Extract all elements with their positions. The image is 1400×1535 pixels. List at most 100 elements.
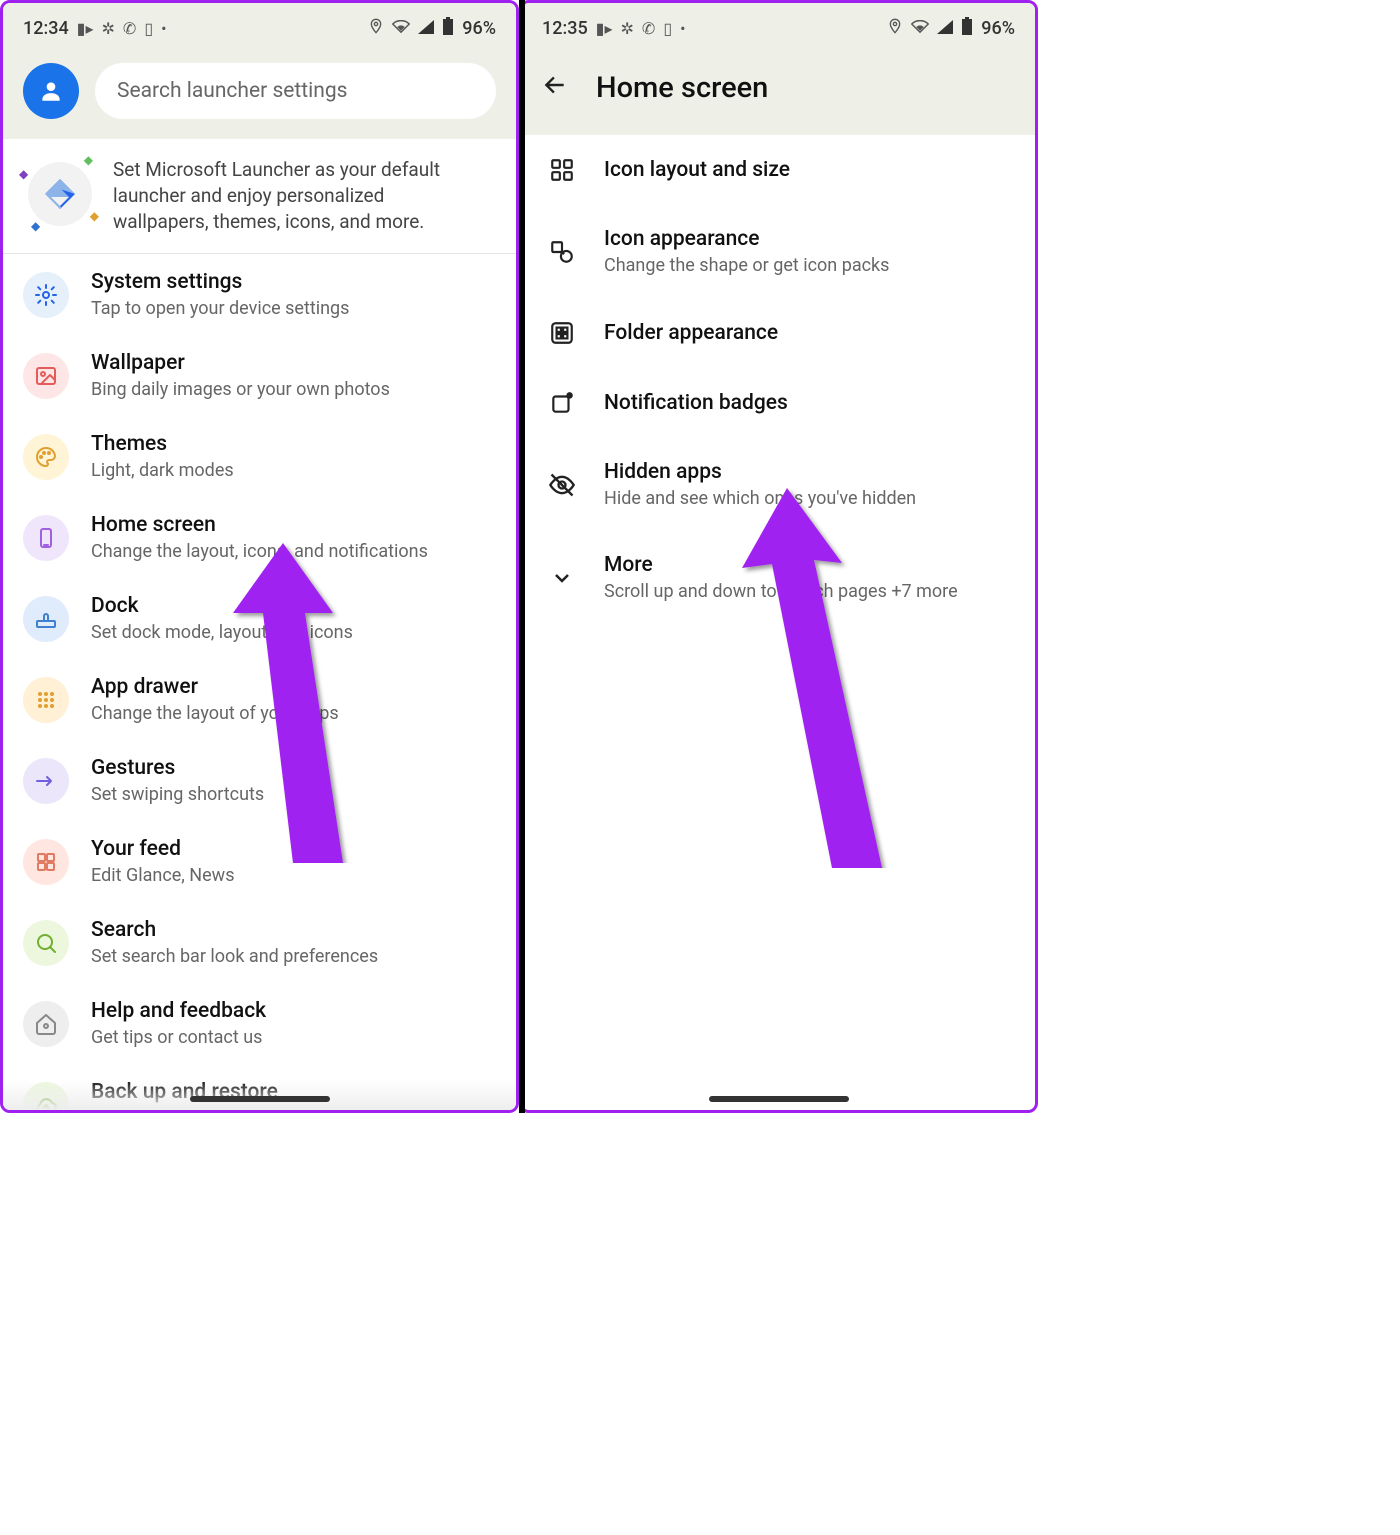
nav-gesture-pill[interactable]: [709, 1096, 849, 1102]
launcher-logo-icon: ◆ ◆ ◆ ◆: [23, 157, 97, 231]
item-subtitle: Set swiping shortcuts: [91, 784, 264, 805]
settings-item-app-drawer[interactable]: App drawer Change the layout of your app…: [3, 659, 516, 740]
home-item-notification-badges[interactable]: Notification badges: [522, 368, 1035, 438]
item-title: Folder appearance: [604, 321, 778, 345]
status-icon-gear: ✲: [102, 19, 115, 38]
item-title: Wallpaper: [91, 351, 390, 375]
item-title: More: [604, 553, 958, 577]
badge-icon: [546, 390, 578, 416]
home-item-folder-appearance[interactable]: Folder appearance: [522, 298, 1035, 368]
status-bar: 12:35 ▮▸ ✲ ✆ ▯ • 96%: [522, 3, 1035, 53]
search-input[interactable]: Search launcher settings: [95, 63, 496, 119]
item-subtitle: Get tips or contact us: [91, 1027, 266, 1048]
settings-item-help-and-feedback[interactable]: Help and feedback Get tips or contact us: [3, 983, 516, 1064]
status-icon-gear: ✲: [621, 19, 634, 38]
profile-button[interactable]: [23, 63, 79, 119]
battery-percent: 96%: [462, 18, 496, 39]
feed-icon: [23, 839, 69, 885]
item-title: Gestures: [91, 756, 264, 780]
settings-item-dock[interactable]: Dock Set dock mode, layout, and icons: [3, 578, 516, 659]
item-title: Hidden apps: [604, 460, 916, 484]
battery-icon: [961, 17, 973, 39]
item-subtitle: Tap to open your device settings: [91, 298, 349, 319]
settings-item-themes[interactable]: Themes Light, dark modes: [3, 416, 516, 497]
wifi-icon: [392, 19, 410, 38]
item-title: Icon layout and size: [604, 158, 790, 182]
settings-item-system-settings[interactable]: System settings Tap to open your device …: [3, 254, 516, 335]
search-placeholder: Search launcher settings: [117, 79, 348, 103]
settings-item-your-feed[interactable]: Your feed Edit Glance, News: [3, 821, 516, 902]
wifi-icon: [911, 19, 929, 38]
settings-item-gestures[interactable]: Gestures Set swiping shortcuts: [3, 740, 516, 821]
back-button[interactable]: [542, 72, 568, 105]
home-item-hidden-apps[interactable]: Hidden apps Hide and see which ones you'…: [522, 438, 1035, 531]
home-item-more[interactable]: More Scroll up and down to switch pages …: [522, 531, 1035, 624]
item-title: Search: [91, 918, 378, 942]
location-icon: [368, 18, 384, 38]
item-title: Your feed: [91, 837, 235, 861]
settings-item-home-screen[interactable]: Home screen Change the layout, icons, an…: [3, 497, 516, 578]
item-subtitle: Light, dark modes: [91, 460, 234, 481]
item-subtitle: Hide and see which ones you've hidden: [604, 488, 916, 509]
home-item-icon-appearance[interactable]: Icon appearance Change the shape or get …: [522, 205, 1035, 298]
item-title: Themes: [91, 432, 234, 456]
item-subtitle: Edit Glance, News: [91, 865, 235, 886]
status-icon-dot: •: [161, 19, 166, 38]
layout-icon: [546, 157, 578, 183]
item-subtitle: Scroll up and down to switch pages +7 mo…: [604, 581, 958, 602]
location-icon: [887, 18, 903, 38]
phone-right-home-screen: 12:35 ▮▸ ✲ ✆ ▯ • 96% Home scr: [519, 0, 1038, 1113]
item-subtitle: Set dock mode, layout, and icons: [91, 622, 353, 643]
status-icon-rect: ▯: [663, 19, 672, 38]
image-icon: [23, 353, 69, 399]
settings-list: System settings Tap to open your device …: [3, 254, 516, 1113]
item-title: Home screen: [91, 513, 428, 537]
nav-gesture-pill[interactable]: [190, 1096, 330, 1102]
search-icon: [23, 920, 69, 966]
item-title: Icon appearance: [604, 227, 889, 251]
status-icon-dot: •: [680, 19, 685, 38]
status-icon-rect: ▯: [144, 19, 153, 38]
settings-item-wallpaper[interactable]: Wallpaper Bing daily images or your own …: [3, 335, 516, 416]
promo-card[interactable]: ◆ ◆ ◆ ◆ Set Microsoft Launcher as your d…: [3, 139, 516, 254]
grid-icon: [23, 677, 69, 723]
status-icon-call: ✆: [123, 19, 136, 38]
status-bar: 12:34 ▮▸ ✲ ✆ ▯ • 96%: [3, 3, 516, 53]
item-subtitle: Bing daily images or your own photos: [91, 379, 390, 400]
settings-header: Search launcher settings: [3, 53, 516, 139]
phone-icon: [23, 515, 69, 561]
item-title: Help and feedback: [91, 999, 266, 1023]
gear-icon: [23, 272, 69, 318]
swipe-icon: [23, 758, 69, 804]
item-title: App drawer: [91, 675, 339, 699]
item-title: Dock: [91, 594, 353, 618]
item-title: Notification badges: [604, 391, 788, 415]
chevron-icon: [546, 566, 578, 590]
item-subtitle: Set search bar look and preferences: [91, 946, 378, 967]
item-subtitle: Change the layout of your apps: [91, 703, 339, 724]
item-subtitle: Change the shape or get icon packs: [604, 255, 889, 276]
item-title: System settings: [91, 270, 349, 294]
help-icon: [23, 1001, 69, 1047]
palette-icon: [23, 434, 69, 480]
promo-text: Set Microsoft Launcher as your default l…: [113, 157, 496, 235]
status-icon-card: ▮▸: [596, 19, 613, 38]
settings-item-search[interactable]: Search Set search bar look and preferenc…: [3, 902, 516, 983]
item-subtitle: Change the layout, icons, and notificati…: [91, 541, 428, 562]
page-header: Home screen: [522, 53, 1035, 135]
status-time: 12:35: [542, 18, 588, 39]
phone-left-settings: 12:34 ▮▸ ✲ ✆ ▯ • 96% S: [0, 0, 519, 1113]
home-item-icon-layout-and-size[interactable]: Icon layout and size: [522, 135, 1035, 205]
folder-grid-icon: [546, 320, 578, 346]
page-title: Home screen: [596, 71, 768, 105]
signal-icon: [937, 19, 953, 38]
battery-icon: [442, 17, 454, 39]
bottom-fade: [3, 1080, 516, 1110]
battery-percent: 96%: [981, 18, 1015, 39]
dock-icon: [23, 596, 69, 642]
home-screen-list: Icon layout and size Icon appearance Cha…: [522, 135, 1035, 624]
signal-icon: [418, 19, 434, 38]
screenshot-divider: [519, 0, 525, 1113]
shapes-icon: [546, 239, 578, 265]
eye-off-icon: [546, 471, 578, 499]
